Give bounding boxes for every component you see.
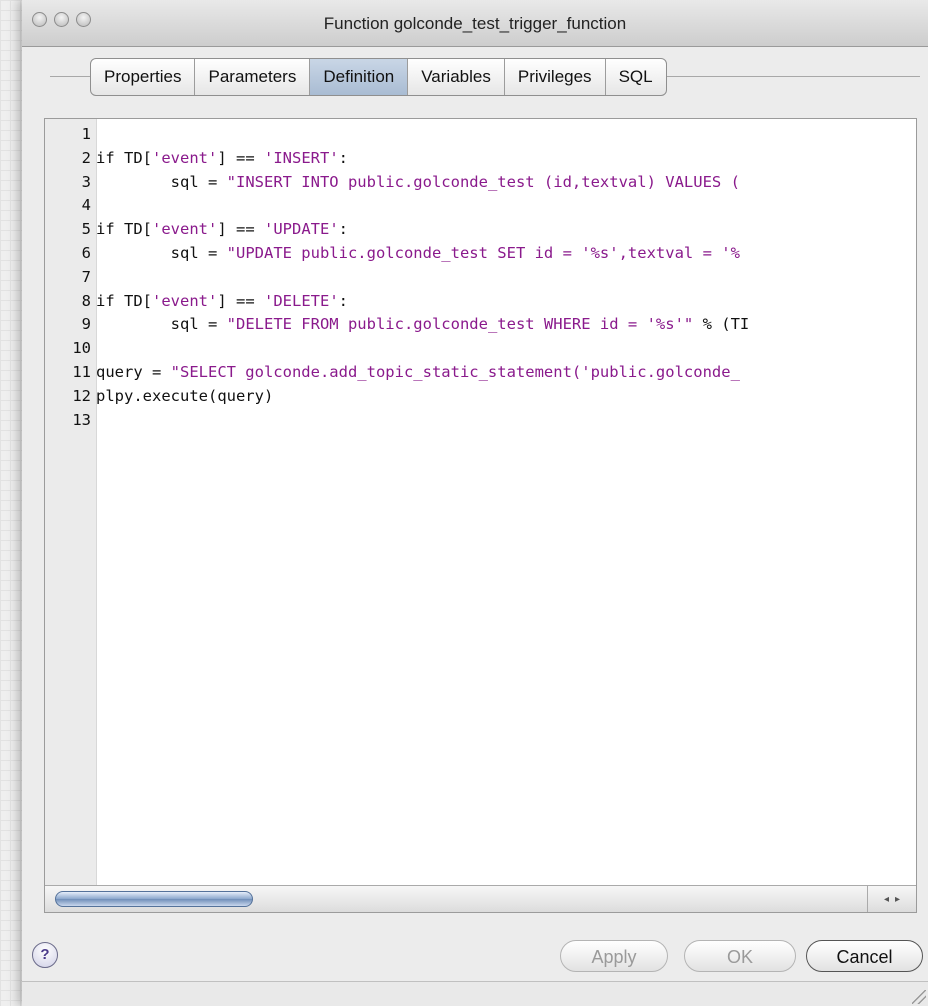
line-source: sql = "INSERT INTO public.golconde_test … — [96, 171, 740, 195]
code-line: 8 if TD['event'] == 'DELETE': — [45, 290, 916, 314]
tab-sql[interactable]: SQL — [606, 59, 666, 95]
line-number: 13 — [72, 410, 91, 429]
code-line: 2 if TD['event'] == 'INSERT': — [45, 147, 916, 171]
tab-properties[interactable]: Properties — [91, 59, 196, 95]
code-editor[interactable]: 1 2 if TD['event'] == 'INSERT': 3 sql = "IN… — [44, 118, 917, 913]
code-token: sql = — [96, 172, 227, 191]
line-number: 2 — [81, 148, 91, 167]
function-dialog: Function golconde_test_trigger_function … — [22, 0, 928, 1006]
code-token: % (TI — [693, 315, 750, 334]
line-number: 5 — [81, 220, 91, 239]
line-number: 8 — [81, 291, 91, 310]
status-bar — [22, 981, 928, 1006]
line-source: query = "SELECT golconde.add_topic_stati… — [96, 361, 740, 385]
string-token: "SELECT golconde.add_topic_static_statem… — [170, 362, 740, 381]
code-token: sql = — [96, 315, 227, 334]
code-line: 4 — [45, 194, 916, 218]
string-token: 'event' — [152, 148, 218, 167]
code-line: 11 query = "SELECT golconde.add_topic_sta… — [45, 361, 916, 385]
title-bar: Function golconde_test_trigger_function — [22, 0, 928, 47]
tab-bar: Properties Parameters Definition Variabl… — [90, 58, 667, 96]
string-token: 'event' — [152, 220, 218, 239]
line-source: if TD['event'] == 'INSERT': — [96, 147, 348, 171]
line-source: plpy.execute(query) — [96, 385, 273, 409]
code-line: 3 sql = "INSERT INTO public.golconde_tes… — [45, 171, 916, 195]
string-token: 'INSERT' — [264, 148, 339, 167]
line-number: 6 — [81, 243, 91, 262]
line-number: 7 — [81, 267, 91, 286]
code-token: if TD[ — [96, 220, 152, 239]
code-token: : — [338, 148, 348, 167]
line-source: sql = "UPDATE public.golconde_test SET i… — [96, 242, 740, 266]
code-token: ] == — [217, 220, 264, 239]
code-area[interactable]: 1 2 if TD['event'] == 'INSERT': 3 sql = "IN… — [45, 123, 916, 432]
string-token: 'event' — [152, 291, 218, 310]
line-number: 10 — [72, 339, 91, 358]
tab-parameters[interactable]: Parameters — [195, 59, 311, 95]
tab-privileges[interactable]: Privileges — [505, 59, 606, 95]
code-token: ] == — [217, 291, 264, 310]
line-number: 11 — [72, 362, 91, 381]
code-line: 7 — [45, 266, 916, 290]
scroll-right-arrow-icon[interactable]: ▸ — [895, 894, 900, 905]
scrollbar-thumb[interactable] — [55, 891, 253, 907]
horizontal-scrollbar[interactable]: ◂ ▸ — [45, 885, 916, 912]
code-token: plpy.execute(query) — [96, 386, 274, 405]
code-line: 1 — [45, 123, 916, 147]
code-line: 13 — [45, 409, 916, 433]
line-source: if TD['event'] == 'DELETE': — [96, 290, 348, 314]
help-button[interactable]: ? — [32, 942, 58, 968]
string-token: "INSERT INTO public.golconde_test (id,te… — [226, 172, 740, 191]
string-token: 'UPDATE' — [264, 220, 339, 239]
line-number: 9 — [81, 315, 91, 334]
code-line: 5 if TD['event'] == 'UPDATE': — [45, 218, 916, 242]
code-token: ] == — [217, 148, 264, 167]
tab-variables[interactable]: Variables — [408, 59, 505, 95]
line-number: 12 — [72, 386, 91, 405]
apply-button[interactable]: Apply — [560, 940, 668, 972]
line-number: 3 — [81, 172, 91, 191]
code-token: : — [338, 291, 348, 310]
code-line: 10 — [45, 337, 916, 361]
tab-definition[interactable]: Definition — [310, 59, 409, 95]
resize-grip-icon[interactable] — [912, 990, 926, 1004]
cancel-button[interactable]: Cancel — [806, 940, 923, 972]
ok-button[interactable]: OK — [684, 940, 796, 972]
code-token: query = — [96, 362, 171, 381]
string-token: 'DELETE' — [264, 291, 339, 310]
code-token: if TD[ — [96, 291, 152, 310]
window-title: Function golconde_test_trigger_function — [323, 14, 627, 33]
code-line: 12 plpy.execute(query) — [45, 385, 916, 409]
line-number: 4 — [81, 196, 91, 215]
code-token: if TD[ — [96, 148, 152, 167]
line-source: if TD['event'] == 'UPDATE': — [96, 218, 348, 242]
code-line: 6 sql = "UPDATE public.golconde_test SET… — [45, 242, 916, 266]
code-token: sql = — [96, 243, 227, 262]
line-source: sql = "DELETE FROM public.golconde_test … — [96, 313, 750, 337]
code-token: : — [338, 220, 348, 239]
string-token: "DELETE FROM public.golconde_test WHERE … — [226, 315, 694, 334]
string-token: "UPDATE public.golconde_test SET id = '%… — [226, 243, 740, 262]
code-line: 9 sql = "DELETE FROM public.golconde_tes… — [45, 313, 916, 337]
scroll-left-arrow-icon[interactable]: ◂ — [884, 894, 889, 905]
scroll-arrows: ◂ ▸ — [867, 886, 916, 912]
line-number: 1 — [81, 125, 91, 143]
